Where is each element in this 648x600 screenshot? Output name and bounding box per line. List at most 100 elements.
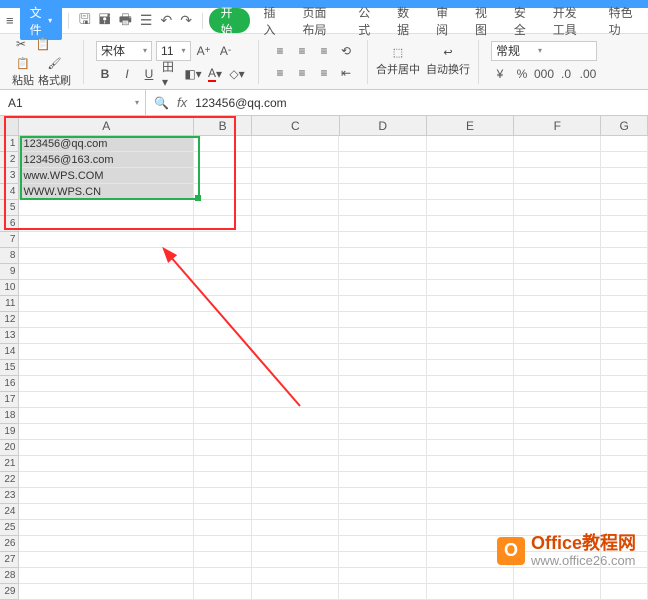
row-header[interactable]: 17 [0, 392, 19, 408]
cell[interactable] [252, 536, 339, 552]
cell[interactable] [194, 312, 252, 328]
font-color-icon[interactable]: A▾ [206, 65, 224, 83]
cell[interactable] [514, 184, 601, 200]
indent-icon[interactable]: ⇤ [337, 64, 355, 82]
cell[interactable] [339, 312, 426, 328]
cell[interactable] [194, 520, 252, 536]
row-header[interactable]: 1 [0, 136, 19, 152]
cell[interactable] [514, 376, 601, 392]
save-as-icon[interactable]: 🖬 [99, 9, 111, 33]
cell[interactable] [19, 312, 193, 328]
row-header[interactable]: 16 [0, 376, 19, 392]
cell[interactable] [514, 216, 601, 232]
cell[interactable] [601, 504, 648, 520]
cell[interactable] [427, 216, 514, 232]
cell[interactable] [427, 392, 514, 408]
cell[interactable] [427, 232, 514, 248]
decrease-font-icon[interactable]: A- [217, 42, 235, 60]
cell[interactable] [601, 312, 648, 328]
cell[interactable] [514, 264, 601, 280]
cell[interactable] [252, 328, 339, 344]
row-header[interactable]: 14 [0, 344, 19, 360]
cell[interactable] [427, 136, 514, 152]
print-icon[interactable]: 🖶 [119, 9, 132, 33]
cell[interactable] [252, 296, 339, 312]
cell[interactable] [19, 552, 193, 568]
cell[interactable] [427, 280, 514, 296]
cell[interactable] [194, 216, 252, 232]
cell[interactable] [252, 552, 339, 568]
cell[interactable] [252, 376, 339, 392]
align-center-icon[interactable]: ≡ [293, 64, 311, 82]
cell[interactable] [339, 456, 426, 472]
cell[interactable] [601, 408, 648, 424]
cell[interactable] [194, 344, 252, 360]
paste-button[interactable]: 📋 粘贴 [12, 57, 34, 88]
cell[interactable] [601, 200, 648, 216]
cell[interactable] [601, 344, 648, 360]
cell[interactable] [194, 136, 252, 152]
tab-review[interactable]: 审阅 [428, 8, 461, 33]
menu-icon[interactable]: ≡ [6, 13, 14, 28]
cell[interactable] [514, 472, 601, 488]
cell[interactable] [339, 552, 426, 568]
cell[interactable] [427, 360, 514, 376]
cell[interactable] [339, 216, 426, 232]
cell[interactable] [194, 424, 252, 440]
cell[interactable] [427, 472, 514, 488]
cell[interactable] [339, 376, 426, 392]
cell[interactable] [339, 504, 426, 520]
cell[interactable] [19, 440, 193, 456]
cell[interactable] [194, 280, 252, 296]
cell[interactable] [601, 472, 648, 488]
orientation-icon[interactable]: ⟲ [337, 42, 355, 60]
print-preview-icon[interactable]: ☰ [140, 12, 153, 29]
currency-icon[interactable]: ¥ [491, 65, 509, 83]
cell[interactable] [252, 200, 339, 216]
cell[interactable] [601, 376, 648, 392]
tab-layout[interactable]: 页面布局 [294, 8, 344, 33]
cell[interactable] [252, 408, 339, 424]
cell[interactable] [427, 296, 514, 312]
row-header[interactable]: 15 [0, 360, 19, 376]
copy-icon[interactable]: 📋 [34, 35, 52, 53]
decrease-decimal-icon[interactable]: .00 [579, 65, 597, 83]
cell[interactable] [514, 392, 601, 408]
cell[interactable] [514, 584, 601, 600]
column-header[interactable]: G [601, 116, 648, 135]
cell[interactable] [427, 376, 514, 392]
formula-input[interactable]: 123456@qq.com [195, 96, 287, 110]
format-painter-button[interactable]: 🖌 格式刷 [38, 57, 71, 88]
cell[interactable] [514, 360, 601, 376]
cell[interactable] [427, 424, 514, 440]
cell[interactable] [19, 376, 193, 392]
cell[interactable] [19, 456, 193, 472]
cell[interactable] [601, 456, 648, 472]
merge-center-button[interactable]: ⬚ 合并居中 [376, 46, 420, 77]
cell[interactable] [514, 408, 601, 424]
cell[interactable] [252, 424, 339, 440]
cell[interactable] [339, 232, 426, 248]
tab-insert[interactable]: 插入 [256, 8, 289, 33]
cell[interactable] [339, 168, 426, 184]
cell[interactable] [514, 200, 601, 216]
cell[interactable] [601, 488, 648, 504]
cell[interactable] [339, 472, 426, 488]
cell[interactable] [427, 456, 514, 472]
cell[interactable] [339, 408, 426, 424]
cell[interactable] [601, 360, 648, 376]
cell[interactable] [194, 488, 252, 504]
cell[interactable] [514, 312, 601, 328]
cell[interactable] [194, 568, 252, 584]
cell[interactable] [19, 568, 193, 584]
cell[interactable] [19, 520, 193, 536]
cell[interactable]: 123456@qq.com [19, 136, 193, 152]
cell[interactable] [19, 200, 193, 216]
cell[interactable] [19, 536, 193, 552]
column-header[interactable]: F [514, 116, 601, 135]
increase-font-icon[interactable]: A+ [195, 42, 213, 60]
cell[interactable] [339, 392, 426, 408]
cell[interactable] [339, 344, 426, 360]
row-header[interactable]: 18 [0, 408, 19, 424]
cell[interactable] [601, 296, 648, 312]
